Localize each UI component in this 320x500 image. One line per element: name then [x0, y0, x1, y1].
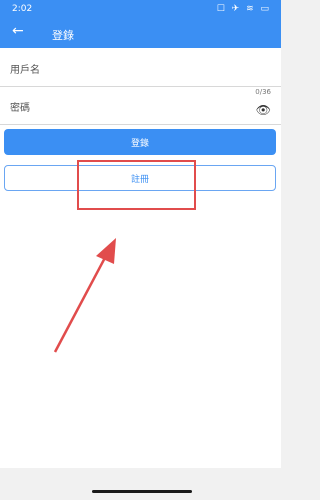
- annotation-arrow-head: [96, 238, 116, 264]
- annotation-arrow-shaft: [53, 251, 110, 353]
- annotation-arrow: [53, 238, 116, 353]
- home-indicator: [92, 490, 192, 493]
